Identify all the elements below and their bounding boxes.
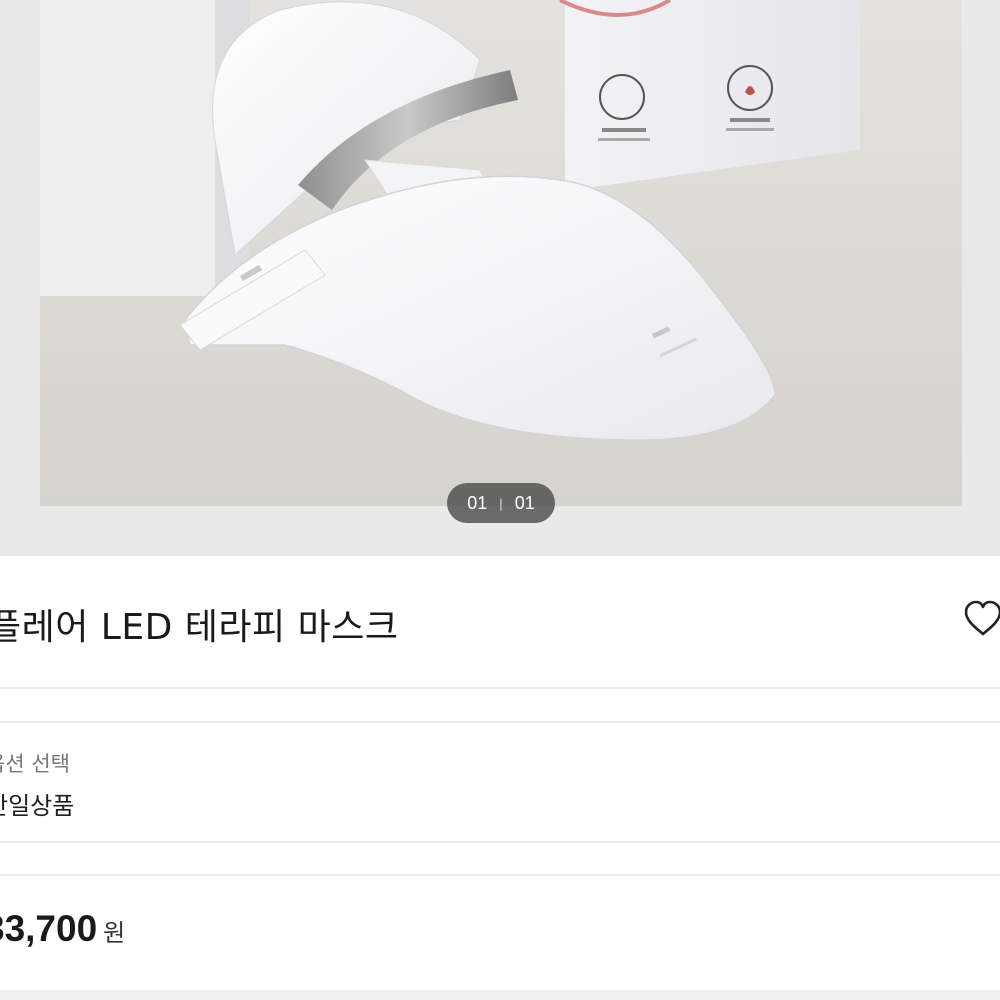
price-amount: 33,700 — [0, 908, 98, 949]
wishlist-button[interactable] — [962, 598, 1000, 640]
price: 33,700원 — [0, 908, 125, 950]
option-value[interactable]: 단일상품 — [0, 786, 74, 821]
divider — [0, 874, 1000, 876]
divider — [0, 721, 1000, 723]
image-counter: 01 | 01 — [447, 483, 555, 523]
bottom-strip — [0, 990, 1000, 1000]
product-photo[interactable] — [40, 0, 962, 506]
title-row: 플레어 LED 테라피 마스크 — [0, 556, 1000, 688]
divider — [0, 841, 1000, 843]
product-title: 플레어 LED 테라피 마스크 — [0, 607, 399, 648]
counter-current: 01 — [467, 492, 488, 513]
counter-total: 01 — [514, 492, 535, 513]
heart-outline-icon — [964, 600, 1000, 636]
price-currency: 원 — [103, 919, 126, 947]
counter-separator: | — [499, 495, 503, 511]
divider — [0, 687, 1000, 689]
option-label: 옵션 선택 — [0, 752, 70, 776]
image-gallery[interactable]: 01 | 01 — [0, 0, 1000, 556]
